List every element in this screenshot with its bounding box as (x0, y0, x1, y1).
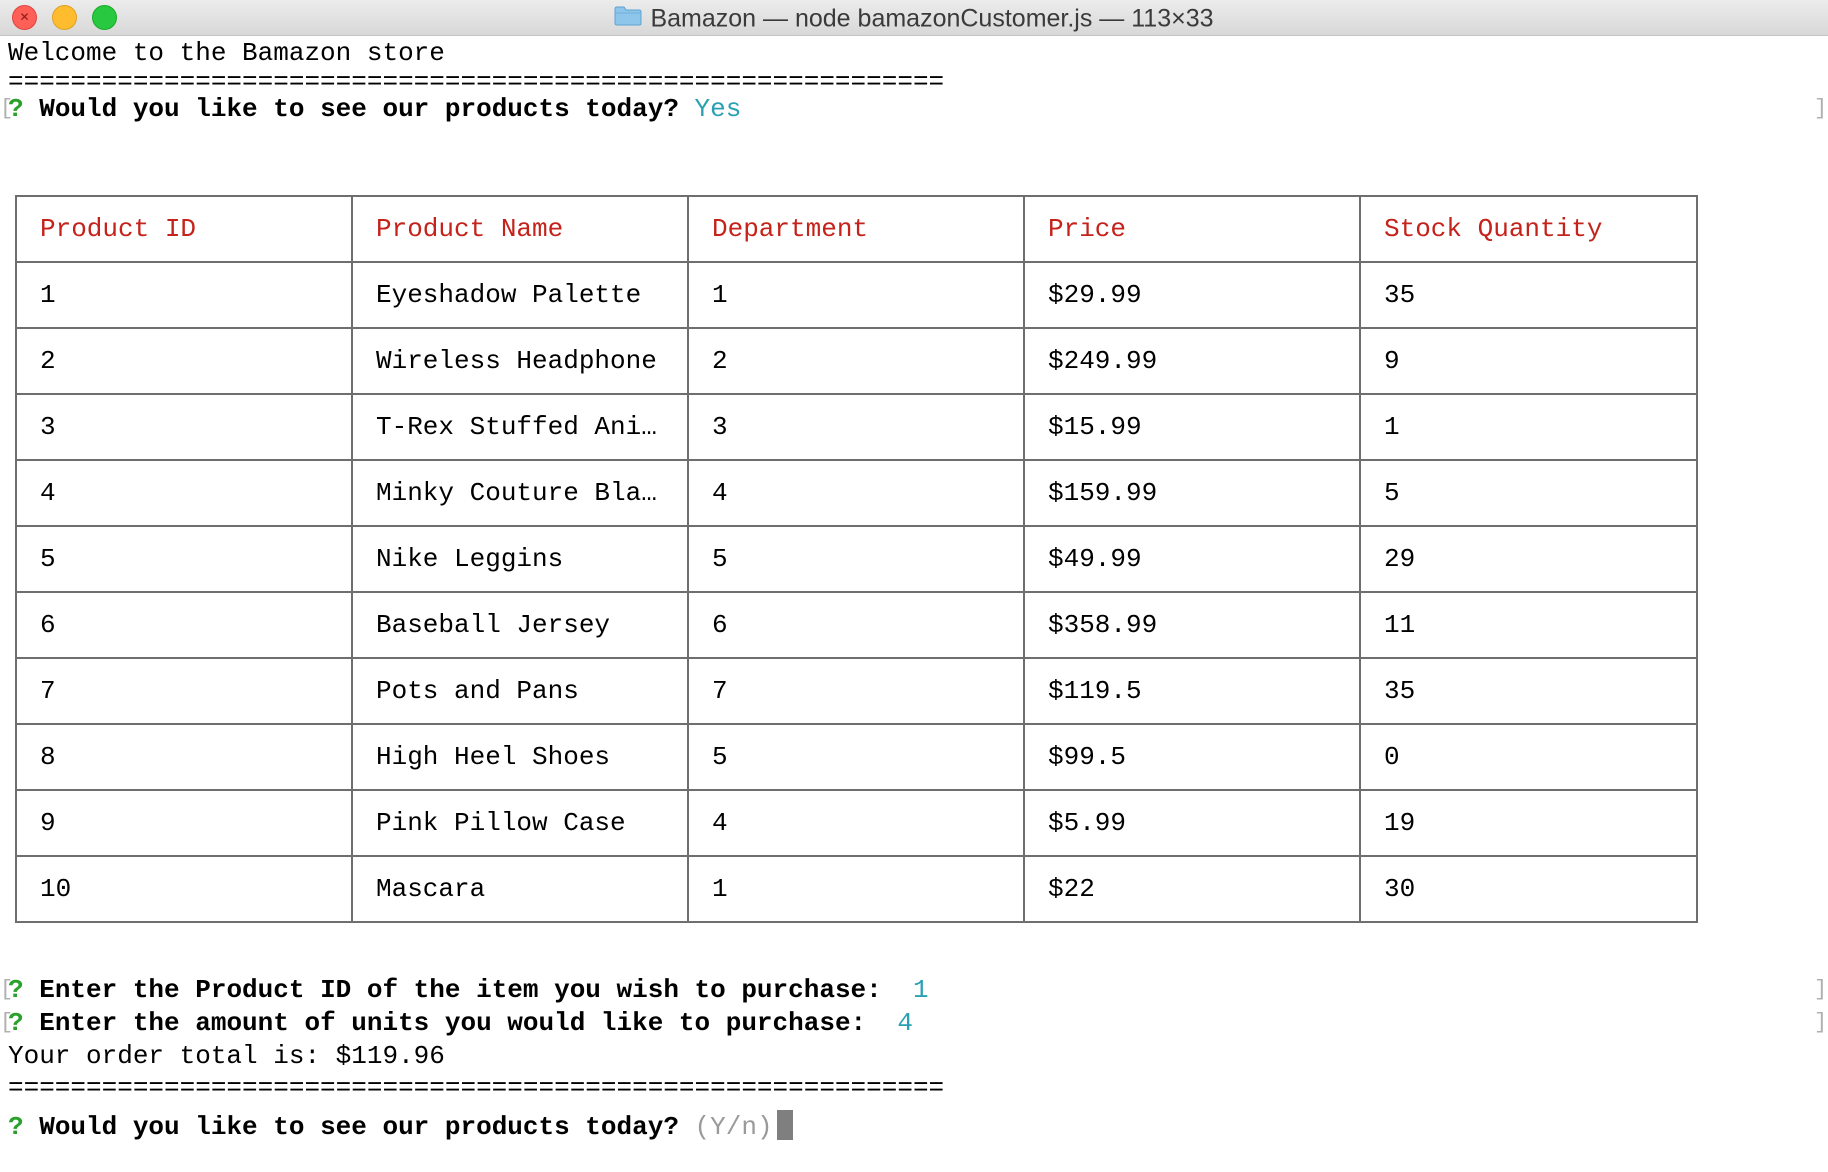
cell-price: $49.99 (1023, 525, 1361, 593)
prompt-question-mark: ? (8, 1008, 24, 1038)
cell-stock-quantity: 9 (1359, 327, 1698, 395)
cell-department: 3 (687, 393, 1025, 461)
cell-department: 6 (687, 591, 1025, 659)
prompt-answer: 1 (912, 975, 929, 1005)
prompt-hint: (Y/n) (694, 1112, 773, 1142)
prompt-question-mark: ? (8, 94, 24, 124)
cell-department: 5 (687, 525, 1025, 593)
cell-product-id: 5 (15, 525, 353, 593)
cell-product-id: 8 (15, 723, 353, 791)
prompt-line-final[interactable]: ? Would you like to see our products tod… (8, 1110, 793, 1144)
table-row: 10 Mascara 1 $22 30 (15, 855, 1698, 923)
prompt-answer: Yes (694, 94, 742, 124)
prompt-line-product-id: ? Enter the Product ID of the item you w… (8, 973, 929, 1007)
prompt-right-bracket: ] (1814, 1010, 1828, 1035)
column-header-price: Price (1023, 195, 1361, 263)
table-row: 6 Baseball Jersey 6 $358.99 11 (15, 591, 1698, 659)
separator-line: ========================================… (8, 1073, 945, 1103)
table-row: 1 Eyeshadow Palette 1 $29.99 35 (15, 261, 1698, 329)
cell-price: $99.5 (1023, 723, 1361, 791)
text-cursor[interactable] (776, 1110, 793, 1141)
title-bar[interactable]: ✕ Bamazon — node bamazonCustomer.js — 11… (0, 0, 1828, 36)
cell-product-id: 1 (15, 261, 353, 329)
cell-price: $5.99 (1023, 789, 1361, 857)
cell-product-id: 3 (15, 393, 353, 461)
cell-product-name: Nike Leggins (351, 525, 689, 593)
cell-stock-quantity: 19 (1359, 789, 1698, 857)
prompt-right-bracket: ] (1814, 977, 1828, 1002)
cell-price: $119.5 (1023, 657, 1361, 725)
cell-stock-quantity: 35 (1359, 657, 1698, 725)
cell-price: $249.99 (1023, 327, 1361, 395)
window-title: Bamazon — node bamazonCustomer.js — 113×… (650, 4, 1214, 33)
cell-product-name: Baseball Jersey (351, 591, 689, 659)
cell-stock-quantity: 11 (1359, 591, 1698, 659)
folder-icon (614, 6, 642, 26)
prompt-question: Would you like to see our products today… (39, 1112, 679, 1142)
table-row: 4 Minky Couture Bla… 4 $159.99 5 (15, 459, 1698, 527)
table-row: 2 Wireless Headphone 2 $249.99 9 (15, 327, 1698, 395)
cell-product-id: 4 (15, 459, 353, 527)
column-header-stock-quantity: Stock Quantity (1359, 195, 1698, 263)
cell-price: $358.99 (1023, 591, 1361, 659)
cell-product-name: T-Rex Stuffed Ani… (351, 393, 689, 461)
cell-department: 4 (687, 789, 1025, 857)
cell-product-id: 10 (15, 855, 353, 923)
prompt-question: Enter the amount of units you would like… (39, 1008, 867, 1038)
column-header-product-id: Product ID (15, 195, 353, 263)
cell-price: $22 (1023, 855, 1361, 923)
column-header-department: Department (687, 195, 1025, 263)
column-header-product-name: Product Name (351, 195, 689, 263)
cell-product-name: Wireless Headphone (351, 327, 689, 395)
cell-product-id: 9 (15, 789, 353, 857)
cell-department: 1 (687, 261, 1025, 329)
terminal-window: ✕ Bamazon — node bamazonCustomer.js — 11… (0, 0, 1828, 1172)
prompt-line-view-products: ? Would you like to see our products tod… (8, 92, 741, 126)
cell-stock-quantity: 35 (1359, 261, 1698, 329)
cell-department: 2 (687, 327, 1025, 395)
cell-stock-quantity: 5 (1359, 459, 1698, 527)
table-header-row: Product ID Product Name Department Price… (15, 195, 1698, 263)
table-row: 3 T-Rex Stuffed Ani… 3 $15.99 1 (15, 393, 1698, 461)
prompt-question: Enter the Product ID of the item you wis… (39, 975, 882, 1005)
cell-department: 5 (687, 723, 1025, 791)
cell-product-name: Eyeshadow Palette (351, 261, 689, 329)
cell-department: 1 (687, 855, 1025, 923)
prompt-question-mark: ? (8, 975, 24, 1005)
cell-product-id: 6 (15, 591, 353, 659)
cell-price: $15.99 (1023, 393, 1361, 461)
cell-price: $29.99 (1023, 261, 1361, 329)
terminal-content[interactable]: Welcome to the Bamazon store ===========… (0, 36, 1828, 1172)
table-row: 9 Pink Pillow Case 4 $5.99 19 (15, 789, 1698, 857)
prompt-right-bracket: ] (1814, 96, 1828, 121)
cell-product-name: Pink Pillow Case (351, 789, 689, 857)
order-total-text: Your order total is: $119.96 (8, 1041, 445, 1071)
table-row: 7 Pots and Pans 7 $119.5 35 (15, 657, 1698, 725)
cell-product-name: Pots and Pans (351, 657, 689, 725)
prompt-question-mark: ? (8, 1112, 24, 1142)
window-title-area: Bamazon — node bamazonCustomer.js — 113×… (0, 0, 1828, 36)
table-row: 8 High Heel Shoes 5 $99.5 0 (15, 723, 1698, 791)
cell-product-name: Mascara (351, 855, 689, 923)
prompt-answer: 4 (897, 1008, 913, 1038)
cell-department: 7 (687, 657, 1025, 725)
cell-stock-quantity: 30 (1359, 855, 1698, 923)
cell-product-id: 7 (15, 657, 353, 725)
prompt-line-units: ? Enter the amount of units you would li… (8, 1006, 913, 1040)
cell-stock-quantity: 0 (1359, 723, 1698, 791)
cell-stock-quantity: 1 (1359, 393, 1698, 461)
table-row: 5 Nike Leggins 5 $49.99 29 (15, 525, 1698, 593)
prompt-question: Would you like to see our products today… (39, 94, 679, 124)
cell-product-name: Minky Couture Bla… (351, 459, 689, 527)
cell-stock-quantity: 29 (1359, 525, 1698, 593)
cell-department: 4 (687, 459, 1025, 527)
cell-product-name: High Heel Shoes (351, 723, 689, 791)
cell-product-id: 2 (15, 327, 353, 395)
cell-price: $159.99 (1023, 459, 1361, 527)
products-table: Product ID Product Name Department Price… (15, 195, 1698, 923)
